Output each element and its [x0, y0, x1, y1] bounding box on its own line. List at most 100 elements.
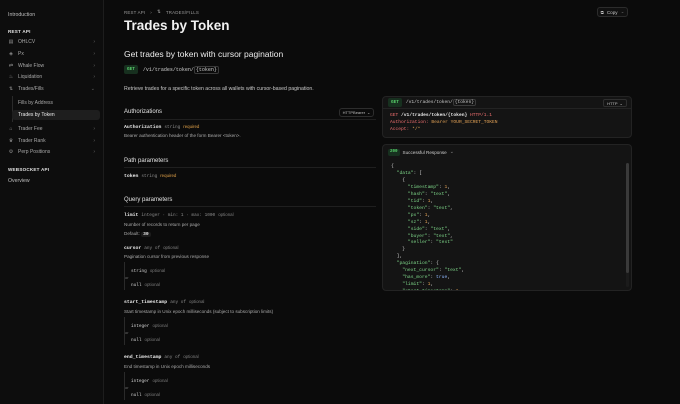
- param-description: Number of records to return per page: [124, 222, 200, 227]
- chevron-right-icon: ›: [93, 126, 95, 132]
- sidebar-item-trades-fills[interactable]: ⇅ Trades/Fills ⌄: [4, 84, 100, 94]
- param-name: end_timestamp: [124, 355, 162, 360]
- response-example-panel: 200 Successful Response ⌄ { "data": [ { …: [382, 144, 632, 291]
- chart-icon: ▤: [8, 39, 14, 45]
- section-path-parameters: Path parameters: [124, 158, 169, 164]
- anyof-type: null: [131, 393, 142, 398]
- sidebar-item-px[interactable]: ◈ Px ›: [4, 49, 100, 59]
- anyof-option: string optional: [131, 268, 165, 274]
- or-label: or: [125, 275, 129, 280]
- response-json: { "data": [ { "timestamp": 1, "hash": "t…: [391, 164, 465, 290]
- whale-icon: ⇄: [8, 63, 14, 69]
- code-header-key: Accept:: [390, 127, 410, 132]
- endpoint-description: Retrieve trades for a specific token acr…: [124, 86, 314, 92]
- optional-tag: optional: [218, 212, 234, 217]
- language-value: HTTP: [607, 100, 618, 106]
- chevron-down-icon: ⌄: [449, 149, 454, 155]
- optional-tag: optional: [149, 268, 166, 273]
- section-authorizations: Authorizations: [124, 109, 163, 115]
- param-type: any of: [164, 355, 181, 360]
- param-name: cursor: [124, 246, 142, 251]
- optional-tag: optional: [189, 299, 205, 304]
- param-limit: limit integer · min: 1 · max: 1000 optiona…: [124, 212, 234, 218]
- positions-icon: ⚙: [8, 149, 14, 155]
- chevron-right-icon: ›: [93, 63, 95, 69]
- divider: [124, 167, 376, 168]
- endpoint-path-prefix: /v1/trades/token/: [142, 66, 194, 73]
- sidebar: Introduction REST API ▤ OHLCV › ◈ Px › ⇄…: [0, 0, 104, 404]
- code-method: GET: [390, 113, 399, 118]
- chevron-right-icon: ›: [93, 51, 95, 57]
- request-path-param: {token}: [452, 99, 477, 106]
- param-authorization: Authorization string required: [124, 124, 199, 130]
- param-description: Start timestamp in Unix epoch millisecon…: [124, 309, 274, 314]
- chevron-down-icon: ⌄: [619, 100, 623, 106]
- sidebar-item-trader-rank[interactable]: ♛ Trader Rank ›: [4, 136, 100, 146]
- trades-icon: ⇅: [8, 86, 14, 92]
- request-code-line-3: Accept: */*: [390, 127, 420, 134]
- default-value: 30: [141, 232, 151, 237]
- anyof-type: null: [131, 338, 142, 343]
- trophy-icon: ♛: [8, 138, 14, 144]
- optional-tag: optional: [144, 392, 160, 397]
- auth-scheme-value: HTTPBearer: [342, 110, 366, 115]
- sidebar-item-fills-by-address[interactable]: Fills by Address: [12, 98, 100, 108]
- param-type: integer · min: 1 · max: 1000: [141, 213, 216, 218]
- section-query-parameters: Query parameters: [124, 197, 173, 203]
- param-description: Bearer authentication header of the form…: [124, 133, 241, 138]
- anyof-option: null optional: [131, 282, 160, 288]
- anyof-group: [124, 372, 374, 400]
- language-select[interactable]: HTTP ⌄: [603, 99, 627, 107]
- sidebar-item-ohlcv[interactable]: ▤ OHLCV ›: [4, 37, 100, 47]
- optional-tag: optional: [152, 323, 168, 328]
- breadcrumb-current: TRADES/FILLS: [165, 9, 200, 15]
- anyof-type: integer: [131, 324, 150, 329]
- optional-tag: optional: [144, 282, 160, 287]
- param-name: limit: [124, 213, 139, 218]
- response-panel-header[interactable]: 200 Successful Response ⌄: [383, 145, 631, 159]
- anyof-group: [124, 262, 374, 290]
- endpoint-path-param: {token}: [193, 65, 219, 74]
- sidebar-item-label: Trades/Fills: [18, 86, 44, 92]
- method-badge: GET: [124, 65, 138, 74]
- sidebar-item-trades-by-token[interactable]: Trades by Token: [12, 110, 100, 120]
- chevron-right-icon: ›: [93, 149, 95, 155]
- code-header-value: Bearer YOUR_SECRET_TOKEN: [431, 120, 498, 125]
- endpoint-path: /v1/trades/token/{token}: [142, 65, 219, 74]
- breadcrumb: REST API › ⇅ TRADES/FILLS: [124, 9, 199, 15]
- sidebar-item-liquidation[interactable]: ♨ Liquidation ›: [4, 72, 100, 82]
- anyof-option: integer optional: [131, 323, 168, 329]
- sidebar-heading-websocket: WEBSOCKET API: [8, 167, 50, 172]
- sidebar-item-ws-overview[interactable]: Overview: [8, 178, 30, 184]
- or-label: or: [125, 385, 129, 390]
- page-title: Trades by Token: [124, 18, 230, 33]
- request-path-prefix: /v1/trades/token/: [405, 100, 453, 105]
- price-icon: ◈: [9, 51, 13, 57]
- anyof-type: integer: [131, 379, 150, 384]
- required-tag: required: [160, 173, 177, 178]
- sidebar-item-trader-fee[interactable]: ⌂ Trader Fee ›: [4, 124, 100, 134]
- scrollbar[interactable]: [626, 163, 629, 287]
- anyof-type: null: [131, 283, 142, 288]
- param-description: End timestamp in Unix epoch milliseconds: [124, 364, 211, 369]
- param-type: any of: [170, 300, 186, 305]
- breadcrumb-root[interactable]: REST API: [124, 10, 145, 15]
- flame-icon: ♨: [8, 74, 14, 80]
- scrollbar-thumb[interactable]: [626, 163, 629, 273]
- breadcrumb-separator: ›: [150, 9, 152, 15]
- param-cursor: cursor any of optional: [124, 245, 178, 251]
- code-header-value: */*: [412, 127, 421, 132]
- copy-page-button[interactable]: ⧉ Copy ⌄: [597, 7, 628, 17]
- sidebar-item-whale-flow[interactable]: ⇄ Whale Flow ›: [4, 61, 100, 71]
- request-path: /v1/trades/token/{token}: [405, 99, 477, 106]
- sidebar-item-perp-positions[interactable]: ⚙ Perp Positions ›: [4, 147, 100, 157]
- param-name: token: [124, 174, 139, 179]
- optional-tag: optional: [144, 337, 160, 342]
- copy-label: Copy: [606, 9, 618, 15]
- sidebar-item-introduction[interactable]: Introduction: [8, 12, 35, 18]
- auth-scheme-select[interactable]: HTTPBearer ⌄: [339, 108, 374, 117]
- chevron-down-icon: ⌄: [367, 110, 371, 115]
- param-type: string: [141, 174, 158, 179]
- sidebar-item-label: Px: [18, 51, 24, 57]
- request-panel-header: GET /v1/trades/token/{token} HTTP ⌄: [383, 97, 631, 109]
